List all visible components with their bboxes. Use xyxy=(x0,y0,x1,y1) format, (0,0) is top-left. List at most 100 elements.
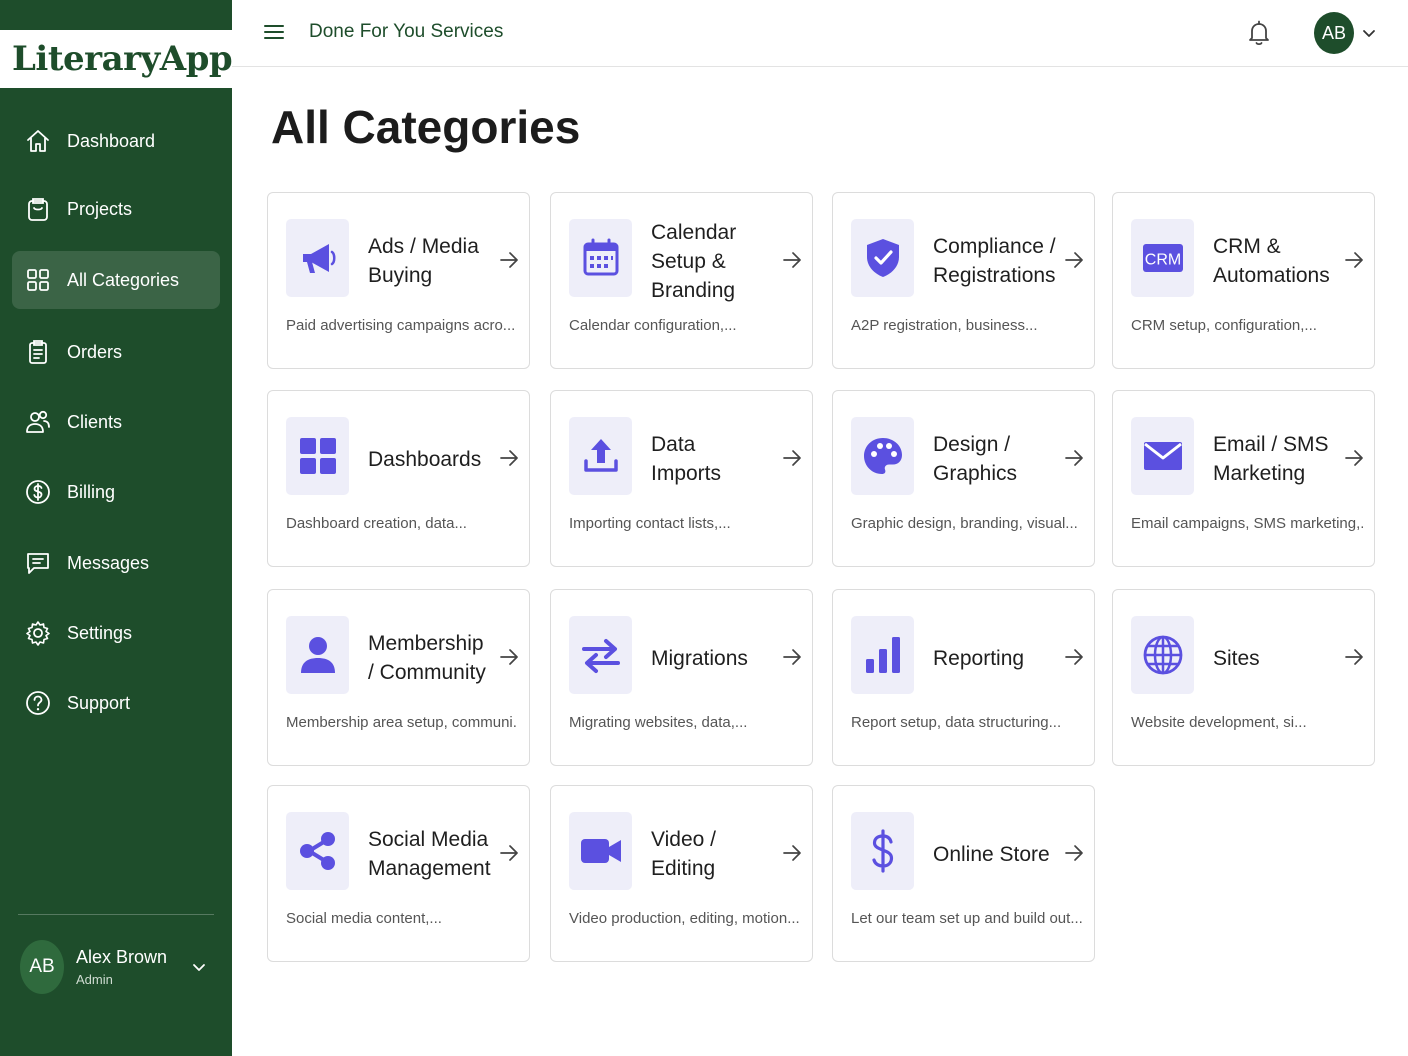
megaphone-icon xyxy=(286,219,349,297)
user-role: Admin xyxy=(76,972,113,987)
category-title: Calendar Setup & Branding xyxy=(651,220,737,302)
arrow-right-icon[interactable] xyxy=(1063,249,1085,271)
sidebar-item-label: Clients xyxy=(67,411,123,432)
sidebar-item-support[interactable]: Support xyxy=(12,674,220,732)
category-description: Report setup, data structuring... xyxy=(851,714,1062,731)
arrow-right-icon[interactable] xyxy=(781,447,803,469)
sidebar: LiteraryApp Dashboard Projects All Categor… xyxy=(0,0,233,1056)
category-title: Data Imports xyxy=(651,433,722,485)
category-title: Online Store xyxy=(933,842,1050,866)
sidebar-divider xyxy=(18,914,214,915)
avatar: AB xyxy=(20,940,64,994)
category-title: Ads / Media Buying xyxy=(368,235,479,287)
category-card-social-media-management[interactable]: Social Media Management Social media cont… xyxy=(267,785,530,962)
arrow-right-icon[interactable] xyxy=(1063,646,1085,668)
chevron-down-icon[interactable] xyxy=(1360,24,1378,42)
arrow-right-icon[interactable] xyxy=(1063,447,1085,469)
arrow-right-icon[interactable] xyxy=(498,646,520,668)
sidebar-item-settings[interactable]: Settings xyxy=(12,604,220,662)
category-title: Reporting xyxy=(933,646,1025,670)
category-card-membership-community[interactable]: Membership / Community Membership area se… xyxy=(267,589,530,766)
arrow-right-icon[interactable] xyxy=(1343,447,1365,469)
sidebar-item-dashboard[interactable]: Dashboard xyxy=(12,112,220,170)
category-title: Design / Graphics xyxy=(933,433,1018,485)
person-icon xyxy=(286,616,349,694)
arrow-right-icon[interactable] xyxy=(781,842,803,864)
sidebar-item-all-categories[interactable]: All Categories xyxy=(12,251,220,309)
sidebar-item-projects[interactable]: Projects xyxy=(12,180,220,238)
arrow-right-icon[interactable] xyxy=(498,842,520,864)
category-description: Paid advertising campaigns acro... xyxy=(286,317,516,334)
page-title: All Categories xyxy=(271,101,581,153)
arrow-right-icon[interactable] xyxy=(1343,249,1365,271)
category-description: Video production, editing, motion... xyxy=(569,910,800,927)
bell-icon[interactable] xyxy=(1246,19,1272,47)
svg-text:CRM: CRM xyxy=(1144,252,1180,269)
category-card-online-store[interactable]: Online Store Let our team set up and buil… xyxy=(832,785,1095,962)
category-card-calendar-setup-branding[interactable]: Calendar Setup & Branding Calendar config… xyxy=(550,192,813,369)
category-card-sites[interactable]: Sites Website development, si... xyxy=(1112,589,1375,766)
arrow-right-icon[interactable] xyxy=(781,646,803,668)
category-description: Migrating websites, data,... xyxy=(569,714,748,731)
dollar-circle-icon xyxy=(24,478,52,506)
category-title: Sites xyxy=(1213,646,1260,670)
category-card-ads-media-buying[interactable]: Ads / Media Buying Paid advertising campa… xyxy=(267,192,530,369)
avatar[interactable]: AB xyxy=(1314,12,1354,54)
help-circle-icon xyxy=(24,689,52,717)
home-icon xyxy=(24,127,52,155)
category-card-video-editing[interactable]: Video / Editing Video production, editing… xyxy=(550,785,813,962)
message-icon xyxy=(24,549,52,577)
logo-text-part-1: LiteraryApp xyxy=(12,39,233,79)
sidebar-item-messages[interactable]: Messages xyxy=(12,534,220,592)
arrow-right-icon[interactable] xyxy=(781,249,803,271)
category-description: Calendar configuration,... xyxy=(569,317,737,334)
arrow-right-icon[interactable] xyxy=(1343,646,1365,668)
shield-check-icon xyxy=(851,219,914,297)
arrow-right-icon[interactable] xyxy=(1063,842,1085,864)
chevron-down-icon[interactable] xyxy=(190,958,208,976)
video-camera-icon xyxy=(569,812,632,890)
dashboard-grid-icon xyxy=(286,417,349,495)
category-title: Migrations xyxy=(651,646,748,670)
crm-icon: CRM xyxy=(1131,219,1194,297)
menu-icon[interactable] xyxy=(262,20,286,44)
share-icon xyxy=(286,812,349,890)
globe-icon xyxy=(1131,616,1194,694)
upload-icon xyxy=(569,417,632,495)
category-description: Website development, si... xyxy=(1131,714,1307,731)
sidebar-item-label: Messages xyxy=(67,552,150,573)
users-icon xyxy=(24,408,52,436)
category-title: Video / Editing xyxy=(651,828,716,880)
bar-chart-icon xyxy=(851,616,914,694)
sidebar-item-orders[interactable]: Orders xyxy=(12,323,220,381)
sidebar-item-label: Settings xyxy=(67,622,133,643)
logo[interactable]: LiteraryApp xyxy=(0,30,233,88)
category-card-design-graphics[interactable]: Design / Graphics Graphic design, brandin… xyxy=(832,390,1095,567)
sidebar-item-billing[interactable]: Billing xyxy=(12,463,220,521)
category-card-compliance-registrations[interactable]: Compliance / Registrations A2P registrati… xyxy=(832,192,1095,369)
user-menu[interactable]: AB Alex Brown Admin xyxy=(20,940,220,994)
topbar: Done For You Services AB xyxy=(232,0,1408,67)
category-title: Social Media Management xyxy=(368,828,491,880)
category-title: Email / SMS Marketing xyxy=(1213,433,1329,485)
user-name: Alex Brown xyxy=(76,947,168,967)
category-title: Dashboards xyxy=(368,447,482,471)
arrow-right-icon[interactable] xyxy=(498,249,520,271)
category-description: Graphic design, branding, visual... xyxy=(851,515,1078,532)
sidebar-item-clients[interactable]: Clients xyxy=(12,393,220,451)
category-card-crm-automations[interactable]: CRM CRM & Automations CRM setup, configura… xyxy=(1112,192,1375,369)
sidebar-item-label: Dashboard xyxy=(67,130,156,151)
category-card-migrations[interactable]: Migrations Migrating websites, data,... xyxy=(550,589,813,766)
category-card-dashboards[interactable]: Dashboards Dashboard creation, data... xyxy=(267,390,530,567)
category-card-data-imports[interactable]: Data Imports Importing contact lists,... xyxy=(550,390,813,567)
gear-icon xyxy=(24,619,52,647)
category-title: CRM & Automations xyxy=(1213,235,1330,287)
category-card-email-sms-marketing[interactable]: Email / SMS Marketing Email campaigns, SM… xyxy=(1112,390,1375,567)
arrow-right-icon[interactable] xyxy=(498,447,520,469)
category-card-reporting[interactable]: Reporting Report setup, data structuring.… xyxy=(832,589,1095,766)
category-description: Social media content,... xyxy=(286,910,442,927)
sidebar-item-label: Projects xyxy=(67,198,133,219)
envelope-icon xyxy=(1131,417,1194,495)
sidebar-item-label: Orders xyxy=(67,341,123,362)
swap-arrows-icon xyxy=(569,616,632,694)
